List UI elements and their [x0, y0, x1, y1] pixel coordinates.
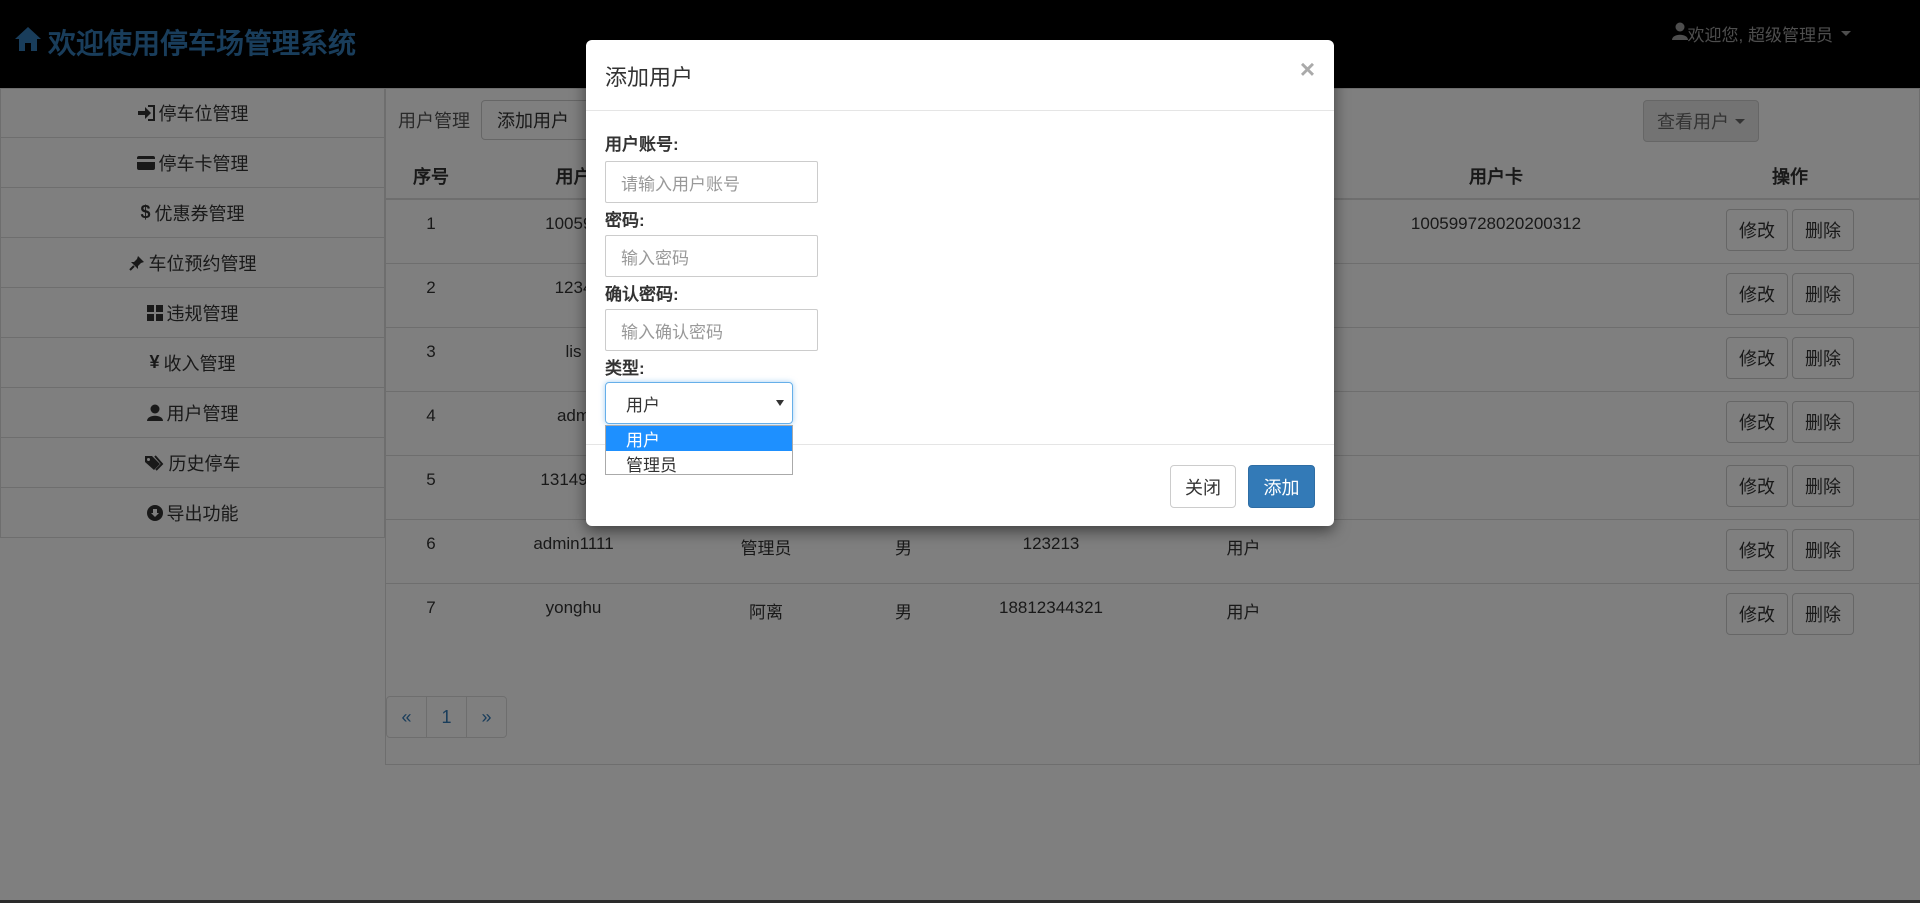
add-button[interactable]: 添加	[1248, 465, 1315, 508]
confirm-password-label: 确认密码:	[605, 285, 679, 304]
type-select[interactable]: 用户	[605, 382, 793, 424]
type-option-user[interactable]: 用户	[606, 426, 792, 451]
account-input[interactable]: 请输入用户账号	[605, 161, 818, 203]
password-placeholder: 输入密码	[621, 248, 689, 268]
password-input[interactable]: 输入密码	[605, 235, 818, 277]
modal-header: 添加用户 ×	[586, 40, 1334, 111]
dropdown-arrow-icon	[776, 400, 784, 406]
type-label: 类型:	[605, 359, 645, 378]
account-placeholder: 请输入用户账号	[621, 174, 740, 194]
type-options-list: 用户 管理员	[605, 425, 793, 475]
close-icon[interactable]: ×	[1300, 54, 1315, 85]
confirm-password-placeholder: 输入确认密码	[621, 322, 723, 342]
close-button[interactable]: 关闭	[1170, 465, 1236, 508]
type-select-value: 用户	[626, 395, 660, 415]
password-label: 密码:	[605, 211, 645, 230]
add-user-modal: 添加用户 × 用户账号: 请输入用户账号 密码: 输入密码 确认密码: 输入确认…	[586, 40, 1334, 526]
type-option-admin[interactable]: 管理员	[606, 451, 792, 474]
modal-title: 添加用户	[605, 65, 694, 90]
account-label: 用户账号:	[605, 135, 679, 154]
confirm-password-input[interactable]: 输入确认密码	[605, 309, 818, 351]
